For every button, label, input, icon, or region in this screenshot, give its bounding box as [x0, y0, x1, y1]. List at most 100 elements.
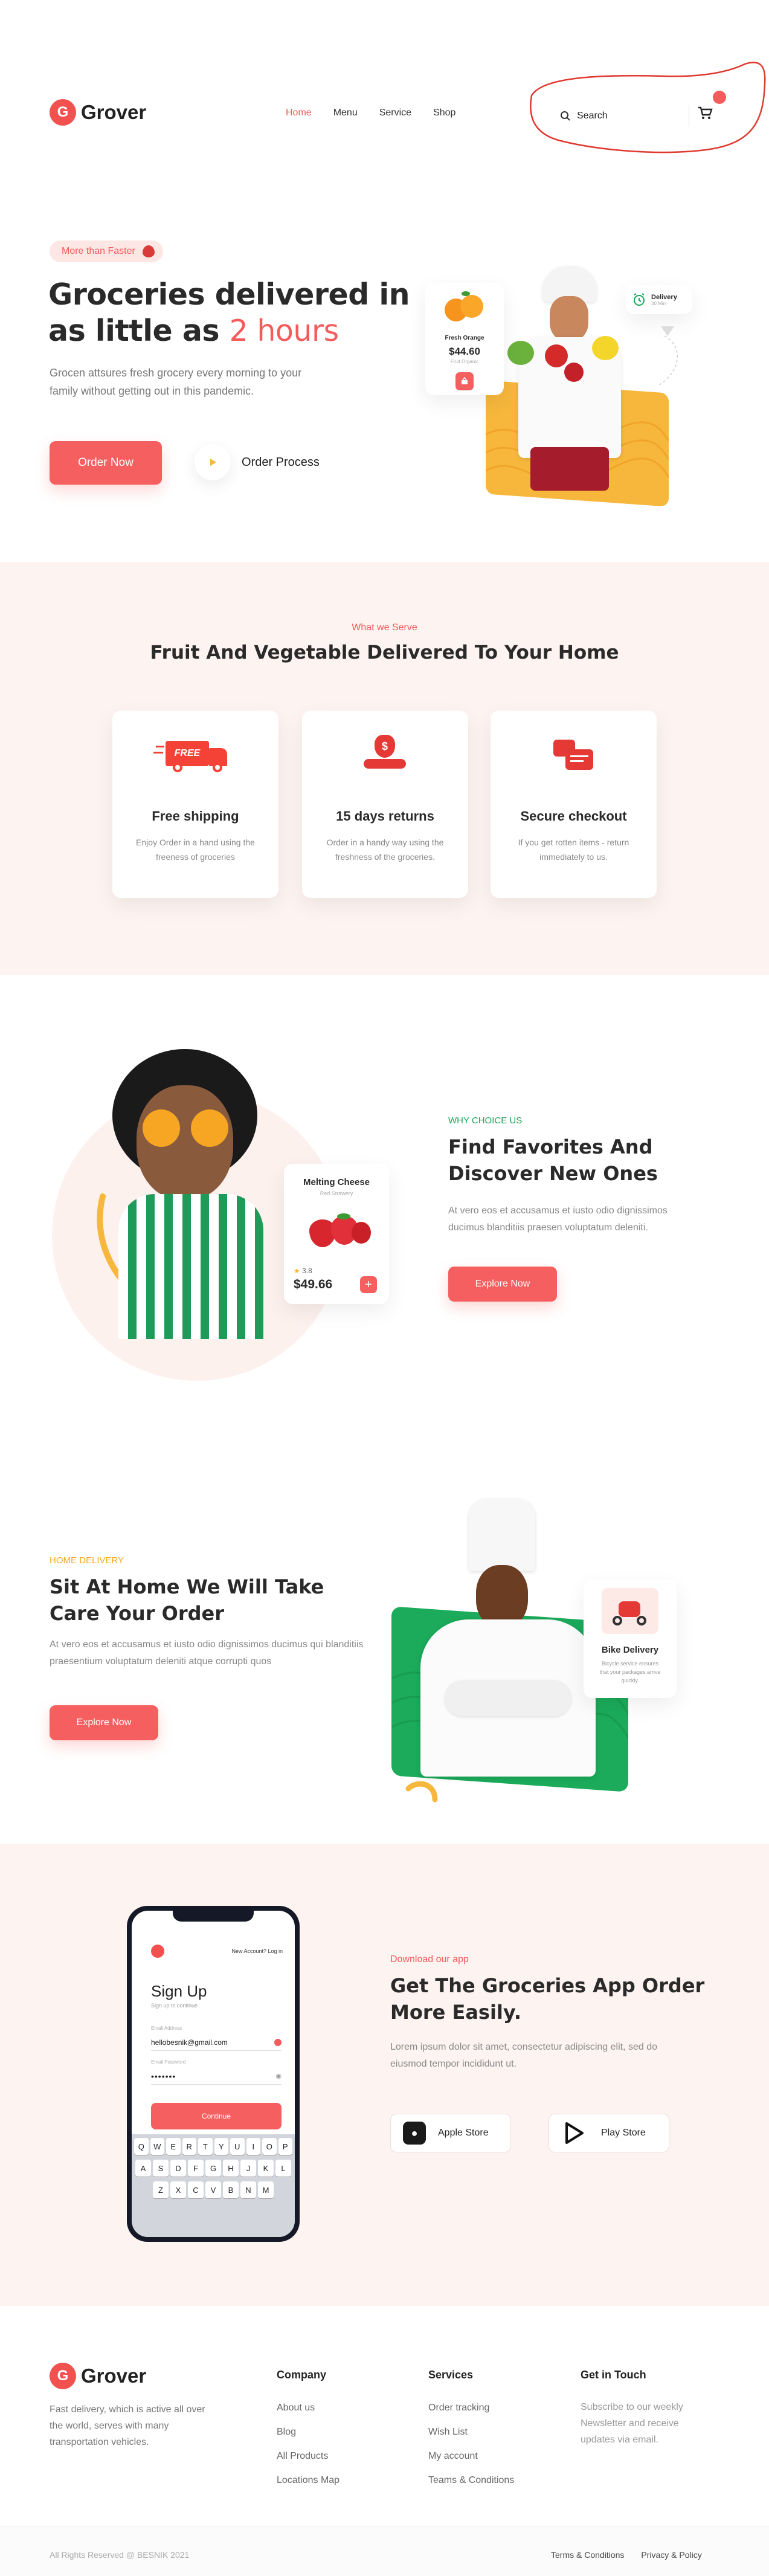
keyboard-key[interactable]: Z	[153, 2181, 169, 2198]
service-text: If you get rotten items - return immedia…	[518, 838, 629, 862]
logo-icon: G	[50, 99, 76, 126]
favorite-card-rating: ★ 3.8	[294, 1267, 312, 1275]
footer-logo[interactable]: G Grover	[50, 2363, 146, 2389]
play-store-label: Play Store	[601, 2128, 646, 2138]
delivery-title: Sit At Home We Will Take Care Your Order	[50, 1575, 324, 1625]
play-store-icon	[565, 2122, 584, 2144]
footer-link[interactable]: About us	[277, 2403, 339, 2413]
phone-keyboard: QWERTYUIOP ASDFGHJKL ZXCVBNM	[132, 2134, 295, 2237]
footer-link[interactable]: Wish List	[428, 2427, 514, 2438]
keyboard-key[interactable]: X	[170, 2181, 186, 2198]
keyboard-key[interactable]: L	[275, 2160, 291, 2177]
main-nav: Home Menu Service Shop	[286, 108, 455, 118]
keyboard-key[interactable]: R	[182, 2138, 196, 2155]
phone-top-link[interactable]: New Account? Log in	[231, 1948, 283, 1954]
keyboard-key[interactable]: J	[240, 2160, 256, 2177]
header-logo[interactable]: G Grover	[50, 99, 146, 126]
footer-copyright: All Rights Reserved @ BESNIK 2021	[50, 2550, 190, 2560]
keyboard-key[interactable]: P	[278, 2138, 292, 2155]
keyboard-key[interactable]: T	[198, 2138, 213, 2155]
keyboard-key[interactable]: D	[170, 2160, 186, 2177]
footer-link[interactable]: Order tracking	[428, 2403, 514, 2413]
keyboard-key[interactable]: F	[188, 2160, 204, 2177]
play-icon	[195, 444, 231, 480]
order-process-link[interactable]: Order Process	[195, 444, 320, 480]
privacy-link[interactable]: Privacy & Policy	[641, 2550, 701, 2560]
footer-about: Fast delivery, which is active all over …	[50, 2404, 205, 2447]
keyboard-key[interactable]: H	[223, 2160, 239, 2177]
keyboard-key[interactable]: A	[135, 2160, 151, 2177]
keyboard-key[interactable]: I	[246, 2138, 260, 2155]
service-title: Free shipping	[152, 809, 239, 824]
terms-link[interactable]: Terms & Conditions	[551, 2550, 624, 2560]
keyboard-key[interactable]: Y	[214, 2138, 228, 2155]
phone-email-field[interactable]: hellobesnik@gmail.com	[151, 2034, 282, 2051]
keyboard-key[interactable]: K	[258, 2160, 274, 2177]
favorite-product-card[interactable]: Melting Cheese Red Strawery ★ 3.8 $49.66…	[284, 1164, 389, 1304]
footer-logo-icon: G	[50, 2363, 76, 2389]
services-kicker: What we Serve	[352, 622, 417, 633]
service-text: Order in a handy way using the freshness…	[326, 838, 444, 862]
phone-email-label: Email Address	[151, 2026, 182, 2031]
hero-title-line2: as little as 2 hours	[48, 314, 339, 348]
delivery-label: Delivery	[651, 293, 677, 301]
keyboard-key[interactable]: O	[262, 2138, 277, 2155]
favorites-explore-button[interactable]: Explore Now	[448, 1267, 557, 1302]
nav-service[interactable]: Service	[379, 108, 411, 118]
phone-logo-icon	[151, 1945, 164, 1958]
strawberries-image	[309, 1213, 371, 1247]
phone-continue-button[interactable]: Continue	[151, 2103, 282, 2129]
keyboard-key[interactable]: E	[166, 2138, 181, 2155]
keyboard-key[interactable]: B	[223, 2181, 239, 2198]
keyboard-key[interactable]: V	[205, 2181, 221, 2198]
basket-icon	[462, 377, 468, 384]
keyboard-key[interactable]: W	[150, 2138, 164, 2155]
app-title: Get The Groceries App Order More Easily.	[390, 1974, 705, 2024]
scooter-icon	[602, 1588, 658, 1634]
favorite-card-price: $49.66	[294, 1277, 333, 1291]
hero-product-sub: Fruit Organic	[450, 359, 479, 364]
favorite-add-button[interactable]: +	[360, 1276, 377, 1293]
keyboard-key[interactable]: S	[153, 2160, 169, 2177]
phone-password-field[interactable]: ••••••• ◉	[151, 2068, 282, 2085]
footer-company-links: About us Blog All Products Locations Map	[277, 2403, 339, 2486]
keyboard-key[interactable]: Q	[134, 2138, 149, 2155]
keyboard-key[interactable]: U	[230, 2138, 245, 2155]
delivery-explore-button[interactable]: Explore Now	[50, 1705, 158, 1740]
nav-home[interactable]: Home	[286, 108, 312, 118]
hero-product-card[interactable]: Fresh Orange $44.60 Fruit Organic	[425, 283, 504, 395]
phone-mockup: New Account? Log in Sign Up Sign up to c…	[127, 1906, 300, 2242]
app-description: Lorem ipsum dolor sit amet, consectetur …	[390, 2042, 657, 2069]
delivery-sub: 30 Min	[651, 300, 666, 306]
keyboard-row: QWERTYUIOP	[134, 2138, 292, 2155]
apple-store-button[interactable]: ● Apple Store	[390, 2114, 511, 2152]
app-kicker: Download our app	[390, 1954, 469, 1964]
footer-touch-text: Subscribe to our weekly Newsletter and r…	[581, 2402, 683, 2445]
app-section	[0, 1844, 769, 2306]
order-now-button[interactable]: Order Now	[50, 441, 162, 485]
search-icon	[561, 111, 570, 121]
keyboard-key[interactable]: N	[240, 2181, 256, 2198]
search-bar[interactable]: Search	[554, 104, 688, 128]
hero-title-line1: Groceries delivered in	[48, 277, 410, 312]
strawberry-icon	[142, 245, 155, 257]
service-title: 15 days returns	[336, 809, 434, 824]
keyboard-key[interactable]: G	[205, 2160, 221, 2177]
hero-product-add-button[interactable]	[455, 372, 474, 390]
footer-link[interactable]: All Products	[277, 2451, 339, 2462]
footer-link[interactable]: Blog	[277, 2427, 339, 2438]
keyboard-key[interactable]: C	[188, 2181, 204, 2198]
chef-arms-crossed-image	[420, 1499, 602, 1777]
search-label: Search	[577, 111, 608, 121]
phone-email-value: hellobesnik@gmail.com	[151, 2038, 228, 2047]
keyboard-key[interactable]: M	[258, 2181, 274, 2198]
play-store-button[interactable]: Play Store	[549, 2114, 669, 2152]
cart-button[interactable]	[697, 105, 715, 123]
nav-menu[interactable]: Menu	[333, 108, 358, 118]
eye-icon[interactable]: ◉	[275, 2072, 282, 2080]
footer-link[interactable]: Teams & Conditions	[428, 2475, 514, 2486]
nav-shop[interactable]: Shop	[433, 108, 455, 118]
footer-link[interactable]: My account	[428, 2451, 514, 2462]
hero-product-name: Fresh Orange	[445, 335, 484, 341]
footer-link[interactable]: Locations Map	[277, 2475, 339, 2486]
